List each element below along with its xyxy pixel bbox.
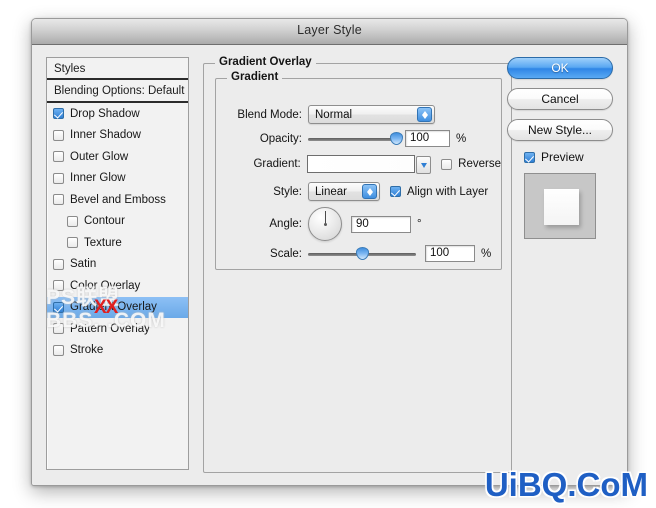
style-row[interactable]: Inner Shadow [47, 125, 188, 147]
reverse-checkbox-row[interactable]: Reverse [441, 158, 501, 170]
style-row[interactable]: Stroke [47, 340, 188, 362]
opacity-slider-thumb[interactable] [390, 131, 403, 145]
chevron-down-icon[interactable] [416, 156, 432, 174]
style-row[interactable]: Gradient Overlay [47, 296, 188, 318]
blending-options-row[interactable]: Blending Options: Default [47, 80, 188, 103]
gradient-group: Gradient Blend Mode: Normal Opacity: 100… [215, 71, 502, 270]
dialog-body: Styles Blending Options: Default Drop Sh… [32, 45, 627, 485]
style-row[interactable]: Texture [47, 232, 188, 254]
styles-list-header[interactable]: Styles [47, 58, 188, 80]
blend-mode-value: Normal [315, 108, 353, 121]
angle-row: Angle: 90 ° [216, 207, 501, 241]
style-enable-checkbox[interactable] [53, 108, 64, 120]
style-enable-checkbox[interactable] [53, 301, 64, 313]
chevron-updown-icon[interactable] [362, 184, 377, 199]
reverse-label: Reverse [458, 158, 501, 170]
style-enable-checkbox[interactable] [53, 258, 64, 270]
style-row-label: Inner Shadow [70, 129, 141, 142]
style-enable-checkbox[interactable] [53, 194, 64, 206]
scale-slider[interactable] [308, 246, 416, 261]
style-row-label: Color Overlay [70, 279, 141, 292]
style-enable-checkbox[interactable] [53, 323, 64, 335]
style-row[interactable]: Drop Shadow [47, 103, 188, 125]
style-row[interactable]: Outer Glow [47, 146, 188, 168]
preview-checkbox[interactable] [524, 151, 535, 163]
scale-unit: % [481, 247, 492, 260]
scale-row: Scale: 100 % [216, 245, 501, 262]
gradient-swatch[interactable] [306, 155, 432, 174]
style-enable-checkbox[interactable] [53, 344, 64, 356]
angle-dial-hub [323, 222, 327, 226]
style-enable-checkbox[interactable] [67, 237, 78, 249]
opacity-slider-track [308, 137, 396, 141]
style-row-label: Gradient Overlay [70, 301, 157, 314]
style-row-label: Drop Shadow [70, 107, 140, 120]
style-value: Linear [315, 185, 347, 198]
style-row-label: Stroke [70, 344, 104, 357]
style-row[interactable]: Contour [47, 211, 188, 233]
style-row-label: Texture [84, 236, 122, 249]
chevron-updown-icon[interactable] [417, 107, 432, 122]
opacity-input[interactable]: 100 [405, 130, 450, 147]
gradient-overlay-group-title: Gradient Overlay [215, 56, 316, 68]
opacity-row: Opacity: 100 % [216, 130, 501, 147]
opacity-unit: % [456, 132, 467, 145]
preview-label: Preview [541, 150, 584, 164]
angle-input[interactable]: 90 [351, 215, 411, 233]
gradient-overlay-group: Gradient Overlay Gradient Blend Mode: No… [203, 56, 512, 473]
dialog-actions: OK Cancel New Style... Preview [507, 57, 613, 239]
style-row-label: Inner Glow [70, 172, 126, 185]
scale-slider-thumb[interactable] [356, 246, 369, 260]
align-with-layer-row[interactable]: Align with Layer [390, 186, 488, 198]
style-row-label: Outer Glow [70, 150, 129, 163]
layer-style-dialog: Layer Style Styles Blending Options: Def… [31, 18, 628, 486]
opacity-label: Opacity: [259, 132, 302, 145]
blend-mode-label: Blend Mode: [237, 108, 302, 121]
preview-thumbnail-shape [544, 189, 579, 225]
align-with-layer-label: Align with Layer [407, 185, 489, 198]
angle-dial[interactable] [308, 207, 342, 241]
style-row[interactable]: Satin [47, 254, 188, 276]
styles-rows: Drop Shadow Inner Shadow Outer Glow Inner G… [47, 103, 188, 361]
blend-mode-row: Blend Mode: Normal [216, 105, 501, 124]
gradient-label: Gradient: [253, 158, 301, 170]
style-row-label: Contour [84, 215, 125, 228]
style-row[interactable]: Pattern Overlay [47, 318, 188, 340]
reverse-checkbox[interactable] [441, 158, 453, 170]
style-row[interactable]: Color Overlay [47, 275, 188, 297]
style-row-label: Pattern Overlay [70, 322, 150, 335]
gradient-group-title: Gradient [227, 71, 283, 83]
scale-input[interactable]: 100 [425, 245, 475, 262]
style-select[interactable]: Linear [308, 182, 380, 201]
title-bar[interactable]: Layer Style [32, 19, 627, 45]
style-row-label: Bevel and Emboss [70, 193, 166, 206]
cancel-button[interactable]: Cancel [507, 88, 613, 110]
scale-label: Scale: [270, 247, 302, 260]
style-label: Style: [273, 185, 302, 198]
gradient-row: Gradient: Reverse [216, 155, 501, 174]
ok-button[interactable]: OK [507, 57, 613, 79]
style-row: Style: Linear Align with Layer [216, 182, 501, 201]
preview-checkbox-row[interactable]: Preview [524, 150, 613, 164]
style-enable-checkbox[interactable] [53, 129, 64, 141]
angle-label: Angle: [269, 218, 302, 230]
opacity-slider[interactable] [308, 131, 403, 146]
style-row[interactable]: Bevel and Emboss [47, 189, 188, 211]
align-with-layer-checkbox[interactable] [390, 186, 401, 197]
styles-list-panel: Styles Blending Options: Default Drop Sh… [46, 57, 189, 470]
blend-mode-select[interactable]: Normal [308, 105, 435, 124]
style-enable-checkbox[interactable] [53, 172, 64, 184]
style-enable-checkbox[interactable] [53, 280, 64, 292]
preview-thumbnail [524, 173, 596, 239]
style-row[interactable]: Inner Glow [47, 168, 188, 190]
style-row-label: Satin [70, 258, 97, 271]
new-style-button[interactable]: New Style... [507, 119, 613, 141]
angle-unit: ° [417, 218, 422, 230]
style-enable-checkbox[interactable] [67, 215, 78, 227]
style-enable-checkbox[interactable] [53, 151, 64, 163]
window-title: Layer Style [297, 23, 362, 37]
